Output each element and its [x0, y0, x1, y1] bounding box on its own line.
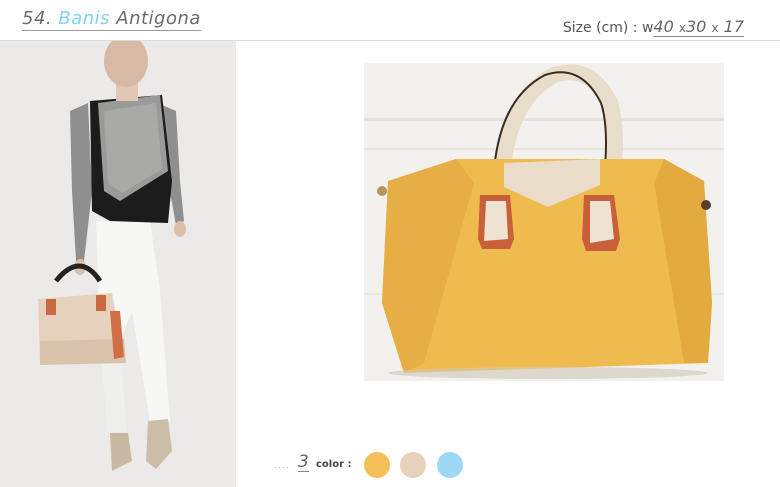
- color-count: 3: [298, 452, 309, 472]
- dotted-leader: ····: [274, 462, 290, 472]
- color-swatch-beige[interactable]: [400, 452, 426, 478]
- color-swatch-sky-blue[interactable]: [437, 452, 463, 478]
- size-label: Size (cm) : w: [562, 20, 654, 36]
- size-dimensions: 40 x30 x 17: [653, 17, 744, 37]
- size-height: 30: [685, 17, 707, 36]
- size-info: Size (cm) : w40 x30 x 17: [562, 17, 744, 37]
- size-separator: x: [678, 21, 686, 35]
- size-width: 40: [653, 17, 674, 36]
- yellow-tote-bag-photo: [364, 63, 724, 381]
- header: 54. Banis Antigona Size (cm) : w40 x30 x…: [0, 0, 780, 40]
- brand-name[interactable]: Banis: [58, 8, 110, 29]
- product-name: Antigona: [116, 8, 201, 29]
- product-number: 54.: [22, 8, 53, 29]
- color-label: color :: [316, 459, 352, 470]
- model-photo: [0, 41, 236, 487]
- product-title: 54. Banis Antigona: [22, 8, 201, 31]
- size-depth: 17: [723, 17, 744, 36]
- color-options: ···· 3 color :: [274, 450, 494, 480]
- size-separator: x: [711, 21, 719, 35]
- color-swatch-yellow[interactable]: [364, 452, 390, 478]
